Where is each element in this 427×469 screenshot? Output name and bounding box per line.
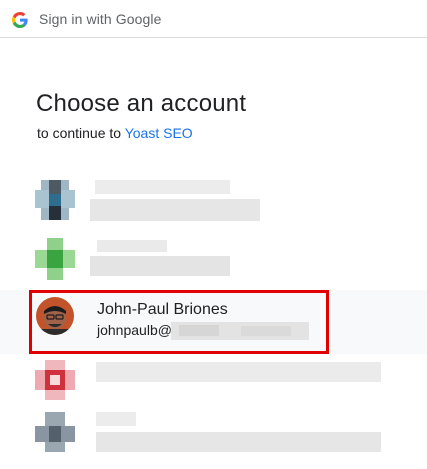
avatar [35,360,75,400]
google-g-icon [12,12,28,28]
avatar [35,180,75,220]
account-item-4[interactable] [0,356,427,418]
avatar [35,412,75,452]
account-item-5[interactable] [0,410,427,469]
account-name-blurred [96,362,381,382]
account-item-1[interactable] [0,172,427,234]
sign-in-with-google-label: Sign in with Google [39,11,162,27]
page-title: Choose an account [36,90,247,117]
account-chooser-page: Sign in with Google Choose an account to… [0,0,427,469]
account-name-blurred [95,180,230,194]
account-email-blurred [90,199,260,221]
subtitle-prefix: to continue to [37,125,122,141]
header-bar: Sign in with Google [0,0,427,38]
account-item-2[interactable] [0,232,427,294]
highlight-annotation-box [29,290,329,354]
account-email-blurred [96,432,381,452]
avatar [35,238,75,280]
account-name-blurred [97,240,167,252]
account-name-blurred [96,412,136,426]
subtitle: to continue to Yoast SEO [37,125,193,141]
app-name-link[interactable]: Yoast SEO [125,125,193,141]
account-email-blurred [90,256,230,276]
